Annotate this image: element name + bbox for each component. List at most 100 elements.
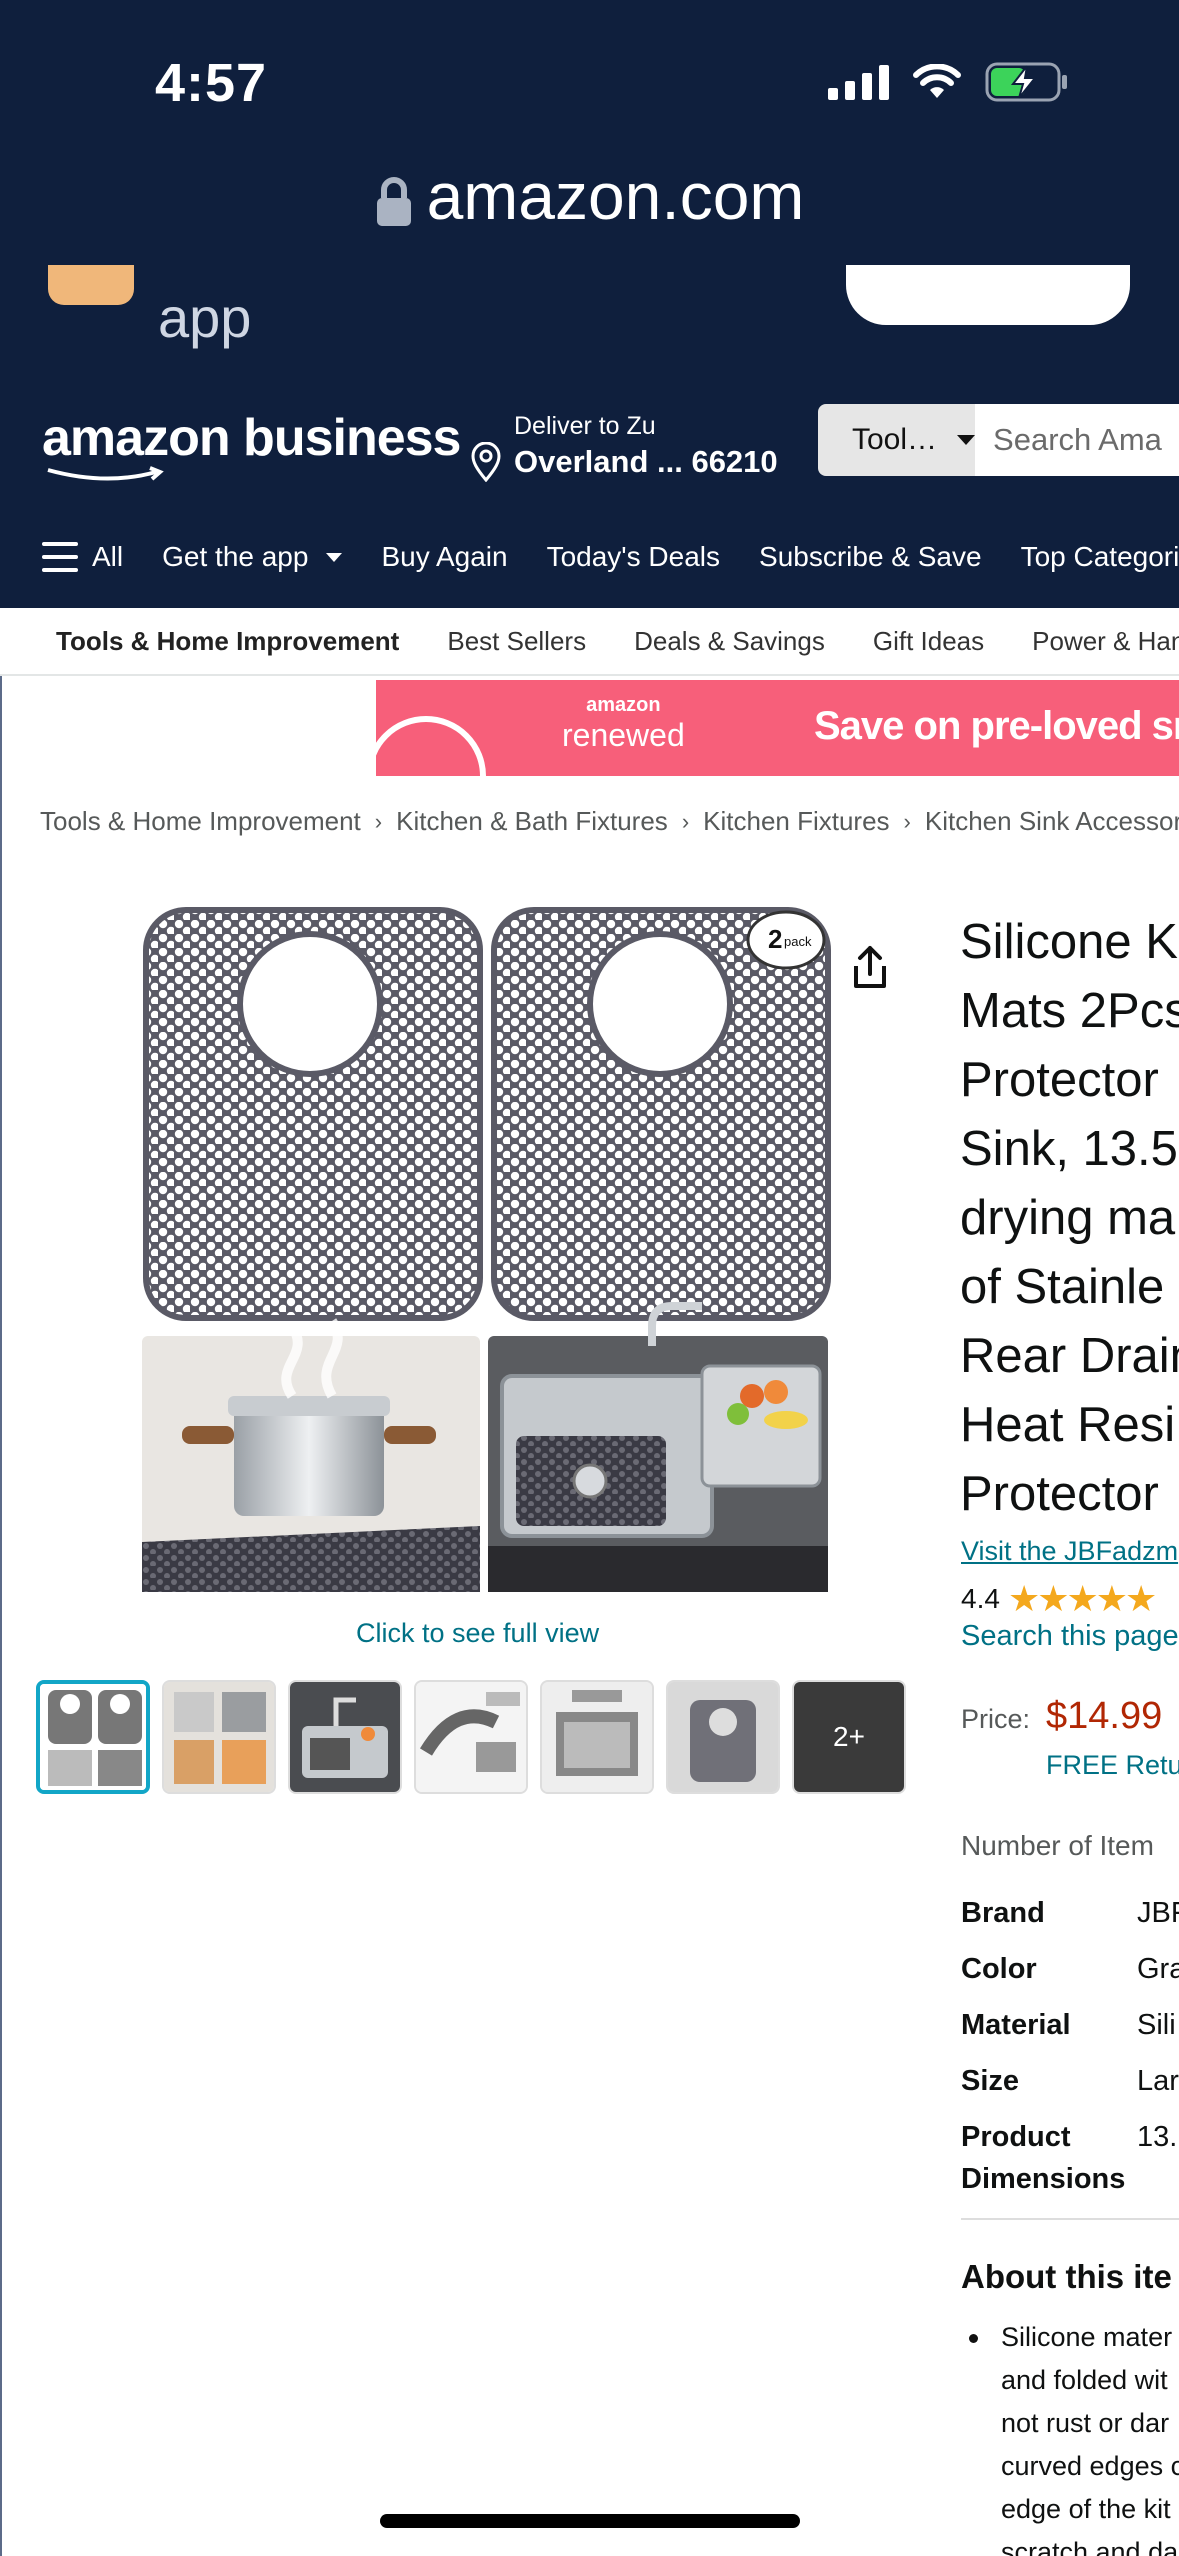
spec-row: Size Lar xyxy=(961,2060,1179,2116)
breadcrumb-item[interactable]: Tools & Home Improvement xyxy=(40,806,361,837)
search-this-page-link[interactable]: Search this page xyxy=(961,1620,1179,1653)
thumbnail[interactable] xyxy=(666,1680,780,1794)
spec-row: Color Gra xyxy=(961,1948,1179,2004)
star-rating-icon: ★★★★★ xyxy=(1007,1578,1157,1619)
subnav-best-sellers[interactable]: Best Sellers xyxy=(447,626,586,657)
title-line: Silicone K xyxy=(960,915,1178,969)
thumbnail[interactable] xyxy=(540,1680,654,1794)
bullet-line: curved edges c xyxy=(1001,2451,1179,2481)
more-images-button[interactable]: 2+ xyxy=(792,1680,906,1794)
menu-icon xyxy=(42,542,78,572)
amazon-business-logo[interactable]: amazon business xyxy=(42,408,461,481)
breadcrumb: Tools & Home Improvement › Kitchen & Bat… xyxy=(40,806,1179,837)
click-full-view-link[interactable]: Click to see full view xyxy=(356,1618,599,1649)
title-line: Heat Resi xyxy=(960,1398,1176,1452)
spec-value: Sili xyxy=(1137,2009,1176,2041)
app-banner: app xyxy=(0,265,1179,378)
product-specs-table: Brand JBF Color Gra Material Sili Size L… xyxy=(961,1892,1179,2216)
about-item-heading: About this ite xyxy=(961,2258,1172,2295)
section-divider xyxy=(961,2218,1179,2220)
number-of-items-label: Number of Item xyxy=(961,1830,1154,1861)
breadcrumb-item[interactable]: Kitchen Fixtures xyxy=(703,806,889,837)
thumbnail[interactable] xyxy=(162,1680,276,1794)
renewed-logo: amazon renewed xyxy=(562,694,685,754)
signal-icon xyxy=(828,64,889,100)
bullet-line: scratch and da xyxy=(1001,2537,1179,2556)
subnav-deals-savings[interactable]: Deals & Savings xyxy=(634,626,825,657)
nav-get-app-label: Get the app xyxy=(162,541,309,572)
spec-key: Material xyxy=(961,2009,1071,2041)
search-scope-dropdown[interactable]: Tool… xyxy=(818,404,976,476)
main-product-image[interactable]: 2 pack xyxy=(142,906,832,1596)
price-row: Price: $14.99 xyxy=(961,1695,1162,1738)
url-bar[interactable]: amazon.com xyxy=(0,158,1179,234)
chevron-down-icon xyxy=(957,435,976,445)
nav-buy-again[interactable]: Buy Again xyxy=(381,541,507,573)
search-bar: Tool… xyxy=(818,404,1179,476)
visit-store-link[interactable]: Visit the JBFadzm xyxy=(961,1536,1178,1567)
spec-value: Gra xyxy=(1137,1953,1179,1985)
spec-value: JBF xyxy=(1137,1897,1179,1929)
title-line: Mats 2Pcs xyxy=(960,984,1179,1038)
title-line: Protector xyxy=(960,1053,1159,1107)
price-value: $14.99 xyxy=(1046,1695,1163,1737)
nav-get-app[interactable]: Get the app xyxy=(162,541,343,573)
nav-subscribe-save[interactable]: Subscribe & Save xyxy=(759,541,982,573)
bullet-line: Silicone mater xyxy=(1001,2322,1173,2352)
chevron-down-icon xyxy=(326,552,343,562)
renewed-promo-banner[interactable]: amazon renewed Save on pre-loved sm xyxy=(376,680,1179,776)
spec-row: Material Sili xyxy=(961,2004,1179,2060)
subnav-gift-ideas[interactable]: Gift Ideas xyxy=(873,626,984,657)
search-input[interactable] xyxy=(975,404,1179,476)
location-pin-icon xyxy=(471,442,501,482)
title-line: Sink, 13.5 xyxy=(960,1122,1178,1176)
thumbnail[interactable] xyxy=(414,1680,528,1794)
browser-chrome: 4:57 amazon.com xyxy=(0,0,1179,265)
lock-icon xyxy=(376,176,411,226)
nav-all[interactable]: All xyxy=(42,541,123,573)
chevron-right-icon: › xyxy=(374,808,383,834)
rating-value: 4.4 xyxy=(961,1583,1000,1614)
free-returns-link[interactable]: FREE Retur xyxy=(1046,1750,1179,1781)
status-time: 4:57 xyxy=(155,53,268,113)
site-header: amazon business Deliver to Zu Overland .… xyxy=(0,378,1179,608)
page-edge xyxy=(0,676,2,2556)
battery-charging-icon xyxy=(985,62,1067,102)
deliver-line1: Deliver to Zu xyxy=(514,412,656,440)
home-indicator[interactable] xyxy=(380,2514,800,2528)
spec-key: Size xyxy=(961,2065,1020,2097)
price-label: Price: xyxy=(961,1704,1031,1734)
chevron-right-icon: › xyxy=(681,808,690,834)
search-scope-label: Tool… xyxy=(852,423,938,456)
rating-row[interactable]: 4.4 ★★★★★ xyxy=(961,1578,1157,1620)
wifi-icon xyxy=(913,64,961,98)
logo-text: amazon business xyxy=(42,409,461,467)
open-app-button[interactable] xyxy=(846,265,1130,325)
spec-row: Product Dimensions 13. xyxy=(961,2116,1179,2216)
thumbnail[interactable] xyxy=(36,1680,150,1794)
svg-text:pack: pack xyxy=(784,934,812,949)
bullet-text: Silicone mater and folded wit not rust o… xyxy=(1001,2316,1179,2556)
app-banner-text: app xyxy=(158,286,252,349)
thumbnail[interactable] xyxy=(288,1680,402,1794)
deliver-location: Overland ... 66210 xyxy=(514,444,778,479)
subnav-power-hand[interactable]: Power & Hand xyxy=(1032,626,1179,657)
bullet-line: and folded wit xyxy=(1001,2365,1168,2395)
subnav-tools-home[interactable]: Tools & Home Improvement xyxy=(56,626,399,657)
breadcrumb-item[interactable]: Kitchen Sink Accessori xyxy=(925,806,1179,837)
spec-key: Color xyxy=(961,1953,1037,1985)
bullet-line: not rust or dar xyxy=(1001,2408,1170,2438)
bullet-line: edge of the kit xyxy=(1001,2494,1171,2524)
nav-todays-deals[interactable]: Today's Deals xyxy=(547,541,720,573)
share-icon[interactable] xyxy=(850,944,890,990)
breadcrumb-item[interactable]: Kitchen & Bath Fixtures xyxy=(396,806,668,837)
nav-top-categories[interactable]: Top Categori xyxy=(1021,541,1179,573)
nav-all-label: All xyxy=(92,541,124,572)
spec-value: Lar xyxy=(1137,2065,1179,2097)
title-line: Rear Drain xyxy=(960,1329,1179,1383)
renewed-logo-top: amazon xyxy=(586,694,661,716)
spec-key: Brand xyxy=(961,1897,1045,1929)
title-line: drying ma xyxy=(960,1191,1176,1245)
main-nav: All Get the app Buy Again Today's Deals … xyxy=(0,526,1179,588)
chevron-right-icon: › xyxy=(903,808,911,834)
